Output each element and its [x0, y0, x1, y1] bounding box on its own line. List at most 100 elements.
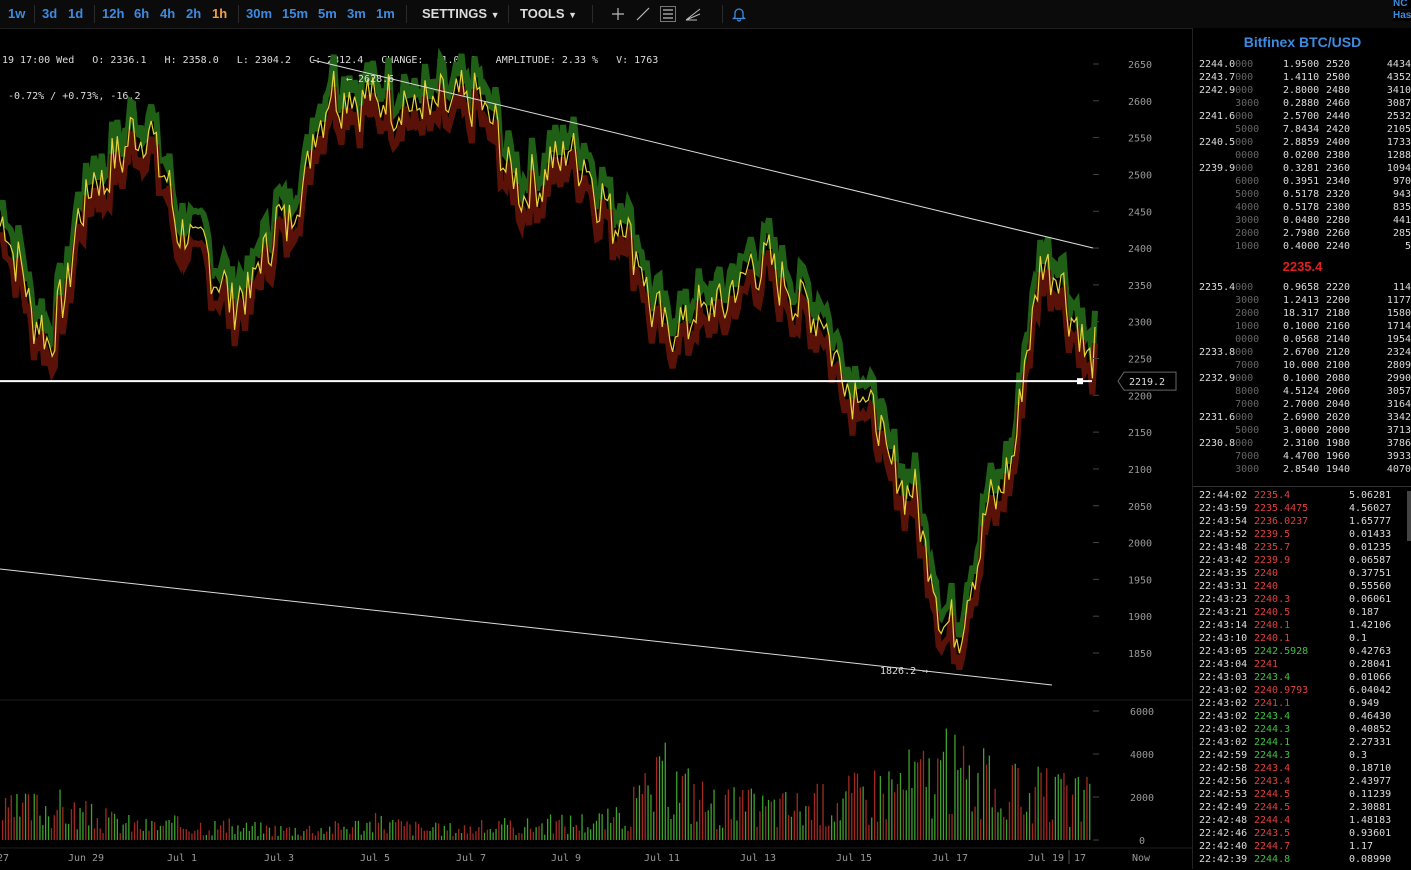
- trade-row[interactable]: 22:43:48 2235.7 0.01235: [1193, 541, 1411, 554]
- trade-row[interactable]: 22:42:53 2244.5 0.11239: [1193, 788, 1411, 801]
- trade-row[interactable]: 22:43:35 2240 0.37751: [1193, 567, 1411, 580]
- timeframe-1m[interactable]: 1m: [376, 6, 395, 21]
- ask-row[interactable]: 6000 0.3951 2340 970: [1193, 175, 1411, 188]
- trade-time: 22:43:23: [1199, 594, 1248, 605]
- volume-bar: [931, 818, 933, 840]
- ask-row[interactable]: 2244.0000 1.9500 2520 4434: [1193, 58, 1411, 71]
- ask-row[interactable]: 5000 0.5178 2320 943: [1193, 188, 1411, 201]
- trade-row[interactable]: 22:42:39 2244.8 0.08990: [1193, 853, 1411, 866]
- ask-row[interactable]: 5000 7.8434 2420 2105: [1193, 123, 1411, 136]
- trade-row[interactable]: 22:43:54 2236.0237 1.65777: [1193, 515, 1411, 528]
- crosshair-icon[interactable]: [609, 5, 627, 23]
- price-chart[interactable]: 2219.2 ← 2628.6 1826.2 → 2650 2600 2550 2500 24…: [0, 28, 1192, 869]
- trades-list[interactable]: 22:44:02 2235.4 5.06281 22:43:59 2235.4475 4.…: [1193, 486, 1411, 870]
- timeframe-2h[interactable]: 2h: [186, 6, 201, 21]
- price-level-handle[interactable]: [1077, 378, 1083, 385]
- trade-row[interactable]: 22:43:10 2240.1 0.1: [1193, 632, 1411, 645]
- volume-bar: [544, 834, 546, 840]
- ask-row[interactable]: 2000 2.7980 2260 285: [1193, 227, 1411, 240]
- trade-row[interactable]: 22:44:02 2235.4 5.06281: [1193, 489, 1411, 502]
- trade-row[interactable]: 22:43:31 2240 0.55560: [1193, 580, 1411, 593]
- bid-row[interactable]: 2230.8000 2.3100 1980 3786: [1193, 437, 1411, 450]
- line-draw-icon[interactable]: [634, 5, 652, 23]
- ask-row[interactable]: 3000 0.0480 2280 441: [1193, 214, 1411, 227]
- tools-menu[interactable]: TOOLS ▼: [520, 6, 577, 21]
- volume-bar: [592, 823, 595, 840]
- trade-row[interactable]: 22:42:56 2243.4 2.43977: [1193, 775, 1411, 788]
- bid-row[interactable]: 3000 2.8540 1940 4070: [1193, 463, 1411, 476]
- timeframe-6h[interactable]: 6h: [134, 6, 149, 21]
- volume-bar: [526, 818, 529, 840]
- timeframe-3m[interactable]: 3m: [347, 6, 366, 21]
- volume-bar: [607, 808, 609, 840]
- bid-row[interactable]: 2232.9000 0.1000 2080 2990: [1193, 372, 1411, 385]
- trade-row[interactable]: 22:42:49 2244.5 2.30881: [1193, 801, 1411, 814]
- trade-row[interactable]: 22:43:02 2244.1 2.27331: [1193, 736, 1411, 749]
- volume-bar: [888, 771, 890, 840]
- bid-row[interactable]: 7000 4.4700 1960 3933: [1193, 450, 1411, 463]
- volume-bar: [911, 788, 913, 840]
- ask-row[interactable]: 4000 0.5178 2300 835: [1193, 201, 1411, 214]
- timeframe-15m[interactable]: 15m: [282, 6, 308, 21]
- bell-icon[interactable]: [730, 5, 748, 23]
- corner-text-2[interactable]: Has: [1393, 10, 1411, 21]
- trade-row[interactable]: 22:43:52 2239.5 0.01433: [1193, 528, 1411, 541]
- timeframe-1h[interactable]: 1h: [212, 6, 227, 21]
- bid-row[interactable]: 0000 0.0568 2140 1954: [1193, 333, 1411, 346]
- ask-row[interactable]: 2240.5000 2.8859 2400 1733: [1193, 136, 1411, 149]
- bid-row[interactable]: 1000 0.1000 2160 1714: [1193, 320, 1411, 333]
- trade-row[interactable]: 22:43:59 2235.4475 4.56027: [1193, 502, 1411, 515]
- trade-row[interactable]: 22:42:59 2244.3 0.3: [1193, 749, 1411, 762]
- timeframe-3d[interactable]: 3d: [42, 6, 57, 21]
- trade-row[interactable]: 22:43:04 2241 0.28041: [1193, 658, 1411, 671]
- trade-row[interactable]: 22:43:23 2240.3 0.06061: [1193, 593, 1411, 606]
- trade-row[interactable]: 22:43:02 2241.1 0.949: [1193, 697, 1411, 710]
- trade-row[interactable]: 22:42:48 2244.4 1.48183: [1193, 814, 1411, 827]
- trade-row[interactable]: 22:43:03 2243.4 0.01066: [1193, 671, 1411, 684]
- volume-bar: [357, 820, 359, 840]
- volume-bar: [868, 824, 870, 840]
- trade-row[interactable]: 22:42:58 2243.4 0.18710: [1193, 762, 1411, 775]
- trade-row[interactable]: 22:42:46 2243.5 0.93601: [1193, 827, 1411, 840]
- fan-icon[interactable]: [684, 5, 702, 23]
- bid-row[interactable]: 7000 2.7000 2040 3164: [1193, 398, 1411, 411]
- bid-row[interactable]: 2000 18.317 2180 1580: [1193, 307, 1411, 320]
- timeframe-1d[interactable]: 1d: [68, 6, 83, 21]
- corner-text-1[interactable]: NC: [1393, 0, 1411, 9]
- bid-row[interactable]: 2233.8000 2.6700 2120 2324: [1193, 346, 1411, 359]
- ask-row[interactable]: 2241.6000 2.5700 2440 2532: [1193, 110, 1411, 123]
- timeframe-4h[interactable]: 4h: [160, 6, 175, 21]
- upper-trendline[interactable]: [312, 59, 1094, 249]
- ask-row[interactable]: 2243.7000 1.4110 2500 4352: [1193, 71, 1411, 84]
- volume-bar: [512, 827, 514, 840]
- trade-row[interactable]: 22:43:02 2244.3 0.40852: [1193, 723, 1411, 736]
- trade-row[interactable]: 22:43:14 2240.1 1.42106: [1193, 619, 1411, 632]
- ask-row[interactable]: 0000 0.0200 2380 1288: [1193, 149, 1411, 162]
- volume-bar: [30, 820, 32, 840]
- bid-row[interactable]: 7000 10.000 2100 2809: [1193, 359, 1411, 372]
- timeframe-1w[interactable]: 1w: [8, 6, 25, 21]
- timeframe-30m[interactable]: 30m: [246, 6, 272, 21]
- trade-row[interactable]: 22:43:02 2240.9793 6.04042: [1193, 684, 1411, 697]
- ask-row[interactable]: 2242.9000 2.8000 2480 3410: [1193, 84, 1411, 97]
- bid-row[interactable]: 3000 1.2413 2200 1177: [1193, 294, 1411, 307]
- timeframe-5m[interactable]: 5m: [318, 6, 337, 21]
- volume-bar: [288, 827, 291, 840]
- volume-bar: [366, 822, 368, 840]
- timeframe-12h[interactable]: 12h: [102, 6, 124, 21]
- settings-menu[interactable]: SETTINGS ▼: [422, 6, 500, 21]
- trade-row[interactable]: 22:43:02 2243.4 0.46430: [1193, 710, 1411, 723]
- bid-row[interactable]: 2231.6000 2.6900 2020 3342: [1193, 411, 1411, 424]
- trade-row[interactable]: 22:43:21 2240.5 0.187: [1193, 606, 1411, 619]
- bid-row[interactable]: 8000 4.5124 2060 3057: [1193, 385, 1411, 398]
- trade-row[interactable]: 22:43:42 2239.9 0.06587: [1193, 554, 1411, 567]
- bid-row[interactable]: 5000 3.0000 2000 3713: [1193, 424, 1411, 437]
- bid-row[interactable]: 2235.4000 0.9658 2220 114: [1193, 281, 1411, 294]
- ask-row[interactable]: 2239.9000 0.3281 2360 1094: [1193, 162, 1411, 175]
- ask-row[interactable]: 1000 0.4000 2240 5: [1193, 240, 1411, 253]
- ask-row[interactable]: 3000 0.2880 2460 3087: [1193, 97, 1411, 110]
- trade-row[interactable]: 22:43:05 2242.5928 0.42763: [1193, 645, 1411, 658]
- horizontal-lines-icon[interactable]: [659, 5, 677, 23]
- trade-row[interactable]: 22:42:40 2244.7 1.17: [1193, 840, 1411, 853]
- trade-amount: 0.06587: [1349, 555, 1392, 566]
